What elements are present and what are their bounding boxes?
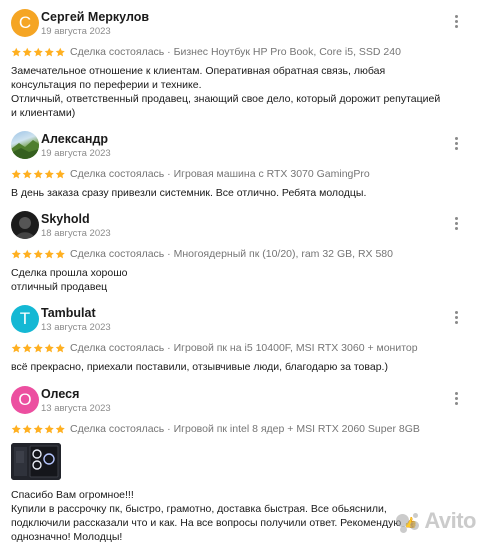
more-options-icon[interactable] xyxy=(448,215,464,233)
review-date: 13 августа 2023 xyxy=(41,322,111,333)
deal-info: Сделка состоялась · Игровая машина с RTX… xyxy=(70,168,370,180)
star-icon xyxy=(55,169,65,179)
star-icon xyxy=(11,249,21,259)
review-text: Сделка прошла хорошо отличный продавец xyxy=(11,266,486,294)
rating-stars xyxy=(11,248,66,261)
star-icon xyxy=(22,343,32,353)
author-name[interactable]: Олеся xyxy=(41,387,79,401)
star-icon xyxy=(55,424,65,434)
pc-photo-image xyxy=(11,443,61,480)
star-icon xyxy=(33,249,43,259)
star-icon xyxy=(22,169,32,179)
more-options-icon[interactable] xyxy=(448,390,464,408)
author-name[interactable]: Tambulat xyxy=(41,306,96,320)
user-photo-icon xyxy=(15,217,35,239)
star-icon xyxy=(55,47,65,57)
review-meta: Сделка состоялась · Игровая машина с RTX… xyxy=(11,168,486,182)
star-icon xyxy=(44,47,54,57)
review-card: Skyhold 18 августа 2023 Сделка состоялас… xyxy=(11,211,486,294)
review-card: T Tambulat 13 августа 2023 Сделка состоя… xyxy=(11,305,486,374)
rating-stars xyxy=(11,168,66,181)
star-icon xyxy=(44,343,54,353)
star-icon xyxy=(11,343,21,353)
author-name[interactable]: Сергей Меркулов xyxy=(41,10,149,24)
author-name[interactable]: Skyhold xyxy=(41,212,90,226)
more-options-icon[interactable] xyxy=(448,135,464,153)
avatar[interactable]: T xyxy=(11,305,39,333)
review-text-line: В день заказа сразу привезли системник. … xyxy=(11,187,367,199)
review-text: В день заказа сразу привезли системник. … xyxy=(11,186,486,200)
review-photo[interactable] xyxy=(11,443,61,480)
more-options-icon[interactable] xyxy=(448,13,464,31)
star-icon xyxy=(44,249,54,259)
review-meta: Сделка состоялась · Бизнес Ноутбук HP Pr… xyxy=(11,46,486,60)
star-icon xyxy=(11,47,21,57)
star-icon xyxy=(55,343,65,353)
review-text-line: Купили в рассрочку пк, быстро, грамотно,… xyxy=(11,503,418,543)
review-date: 13 августа 2023 xyxy=(41,403,111,414)
review-text: всё прекрасно, приехали поставили, отзыв… xyxy=(11,360,486,374)
star-icon xyxy=(55,249,65,259)
review-text-line: Сделка прошла хорошо xyxy=(11,267,128,279)
avatar[interactable]: С xyxy=(11,9,39,37)
review-card: С Сергей Меркулов 19 августа 2023 Сделка… xyxy=(11,9,486,120)
star-icon xyxy=(33,169,43,179)
rating-stars xyxy=(11,46,66,59)
review-text-line: Спасибо Вам огромное!!! xyxy=(11,489,134,501)
deal-info: Сделка состоялась · Многоядерный пк (10/… xyxy=(70,248,393,260)
rating-stars xyxy=(11,423,66,436)
review-text-line: отличный продавец xyxy=(11,281,108,293)
star-icon xyxy=(33,47,43,57)
review-text: Замечательное отношение к клиентам. Опер… xyxy=(11,64,486,120)
star-icon xyxy=(11,424,21,434)
rating-stars xyxy=(11,342,66,355)
review-date: 19 августа 2023 xyxy=(41,148,111,159)
review-meta: Сделка состоялась · Многоядерный пк (10/… xyxy=(11,248,486,262)
avatar[interactable] xyxy=(11,131,39,159)
star-icon xyxy=(44,169,54,179)
star-icon xyxy=(22,424,32,434)
landscape-icon xyxy=(11,140,39,159)
star-icon xyxy=(22,47,32,57)
deal-info: Сделка состоялась · Бизнес Ноутбук HP Pr… xyxy=(70,46,401,58)
avatar[interactable]: О xyxy=(11,386,39,414)
deal-info: Сделка состоялась · Игровой пк на i5 104… xyxy=(70,342,418,354)
deal-info: Сделка состоялась · Игровой пк intel 8 я… xyxy=(70,423,420,435)
star-icon xyxy=(44,424,54,434)
review-date: 18 августа 2023 xyxy=(41,228,111,239)
star-icon xyxy=(33,424,43,434)
review-meta: Сделка состоялась · Игровой пк на i5 104… xyxy=(11,342,486,356)
avito-logo-icon xyxy=(394,511,424,534)
review-meta: Сделка состоялась · Игровой пк intel 8 я… xyxy=(11,423,486,437)
avito-watermark: Avito xyxy=(394,508,476,534)
review-card: Александр 19 августа 2023 Сделка состоял… xyxy=(11,131,486,200)
review-text-line: Отличный, ответственный продавец, знающи… xyxy=(11,93,441,119)
review-text-line: всё прекрасно, приехали поставили, отзыв… xyxy=(11,361,388,373)
review-date: 19 августа 2023 xyxy=(41,26,111,37)
star-icon xyxy=(11,169,21,179)
more-options-icon[interactable] xyxy=(448,309,464,327)
author-name[interactable]: Александр xyxy=(41,132,108,146)
watermark-text: Avito xyxy=(424,508,476,533)
review-text-line: Замечательное отношение к клиентам. Опер… xyxy=(11,65,386,91)
star-icon xyxy=(33,343,43,353)
star-icon xyxy=(22,249,32,259)
avatar[interactable] xyxy=(11,211,39,239)
